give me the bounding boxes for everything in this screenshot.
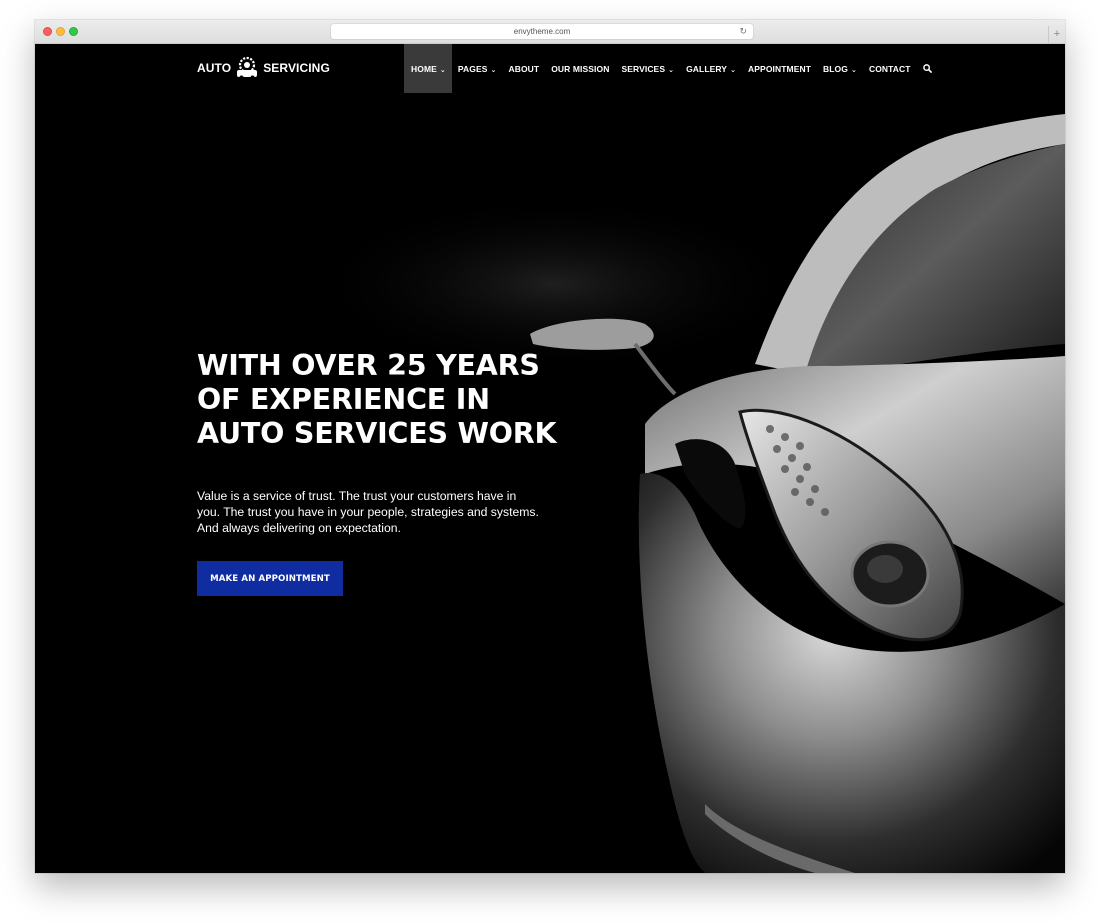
hero-text-line: you. The trust you have in your people, … (197, 505, 539, 519)
hero-text-line: And always delivering on expectation. (197, 521, 401, 535)
make-appointment-button[interactable]: MAKE AN APPOINTMENT (197, 561, 343, 596)
close-window-button[interactable] (43, 27, 52, 36)
hero-title-line: OF EXPERIENCE IN (197, 383, 490, 416)
sports-car-hero-image (35, 44, 1065, 873)
logo-text-right: SERVICING (263, 61, 330, 75)
chevron-down-icon: ⌄ (490, 66, 497, 74)
chevron-down-icon: ⌄ (439, 66, 446, 74)
nav-item-gallery[interactable]: GALLERY ⌄ (680, 44, 742, 93)
nav-item-our-mission[interactable]: OUR MISSION (545, 44, 615, 93)
chevron-down-icon: ⌄ (730, 66, 737, 74)
hero-title-line: AUTO SERVICES WORK (197, 417, 557, 450)
nav-item-pages[interactable]: PAGES ⌄ (452, 44, 503, 93)
browser-toolbar: envytheme.com ↻ + (35, 20, 1065, 44)
hero-description: Value is a service of trust. The trust y… (197, 488, 557, 536)
maximize-window-button[interactable] (69, 27, 78, 36)
browser-window: envytheme.com ↻ + AUTO SERVICING HOME ⌄ … (35, 20, 1065, 873)
logo-text-left: AUTO (197, 61, 232, 75)
address-bar[interactable]: envytheme.com ↻ (331, 24, 753, 39)
minimize-window-button[interactable] (56, 27, 65, 36)
nav-item-label: PAGES (457, 63, 488, 74)
site-logo[interactable]: AUTO SERVICING (197, 56, 330, 80)
nav-item-contact[interactable]: CONTACT (863, 44, 917, 93)
nav-item-label: GALLERY (686, 63, 728, 74)
web-page: AUTO SERVICING HOME ⌄ PAGES ⌄ ABOUT OUR … (35, 44, 1065, 873)
new-tab-icon[interactable]: + (1048, 26, 1065, 43)
reload-icon[interactable]: ↻ (739, 24, 747, 39)
nav-item-label: HOME (411, 63, 437, 74)
hero-title: WITH OVER 25 YEARS OF EXPERIENCE IN AUTO… (197, 349, 597, 451)
chevron-down-icon: ⌄ (668, 66, 675, 74)
nav-item-label: BLOG (823, 63, 848, 74)
nav-item-label: ABOUT (508, 63, 540, 74)
nav-item-label: SERVICES (621, 63, 666, 74)
nav-item-blog[interactable]: BLOG ⌄ (817, 44, 863, 93)
search-icon (922, 64, 932, 73)
nav-item-label: OUR MISSION (551, 63, 610, 74)
search-button[interactable] (917, 44, 938, 93)
address-url: envytheme.com (513, 27, 571, 36)
chevron-down-icon: ⌄ (850, 66, 857, 74)
hero-title-line: WITH OVER 25 YEARS (197, 349, 540, 382)
nav-item-about[interactable]: ABOUT (502, 44, 545, 93)
gear-car-badge-icon (237, 56, 258, 80)
main-navigation: HOME ⌄ PAGES ⌄ ABOUT OUR MISSION SERVICE… (404, 44, 938, 93)
nav-item-label: APPOINTMENT (748, 63, 812, 74)
hero-text-line: Value is a service of trust. The trust y… (197, 489, 517, 503)
nav-item-label: CONTACT (868, 63, 911, 74)
nav-item-appointment[interactable]: APPOINTMENT (742, 44, 817, 93)
nav-item-home[interactable]: HOME ⌄ (404, 44, 452, 93)
nav-item-services[interactable]: SERVICES ⌄ (615, 44, 680, 93)
